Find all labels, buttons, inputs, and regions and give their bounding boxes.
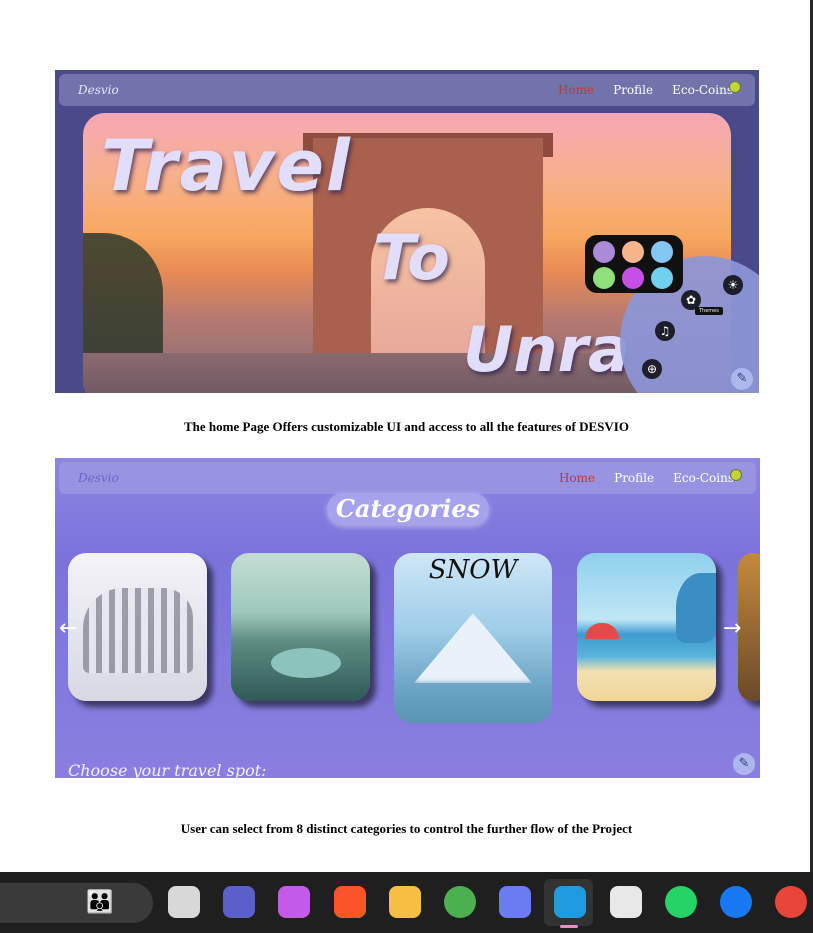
- chrome-icon[interactable]: [444, 886, 476, 918]
- copilot-app-icon[interactable]: [499, 886, 532, 918]
- task-view-icon[interactable]: [168, 886, 200, 918]
- sun-icon[interactable]: ☀: [723, 275, 743, 295]
- umbrella-illustration: [585, 623, 619, 639]
- caption-home-page: The home Page Offers customizable UI and…: [184, 419, 629, 434]
- nav-home-link[interactable]: Home: [558, 83, 594, 97]
- colosseum-illustration: [83, 588, 193, 673]
- theme-swatch[interactable]: [651, 267, 673, 289]
- nav-eco-coins-link[interactable]: Eco-Coins: [672, 83, 733, 97]
- nav-eco-coins-link[interactable]: Eco-Coins: [673, 471, 734, 485]
- hero-word-unra: Unra: [463, 313, 630, 386]
- categories-title: Categories: [327, 493, 489, 525]
- hero-word-travel: Travel: [101, 125, 352, 207]
- taskbar-search-box[interactable]: 👪: [0, 883, 153, 923]
- home-page-screenshot: Travel To Unra Desvio Home Profile Eco-C…: [55, 70, 759, 393]
- edge-icon[interactable]: [554, 886, 587, 918]
- chrome-profile-icon[interactable]: [775, 886, 808, 918]
- river-illustration: [271, 648, 341, 678]
- nav-links: Home Profile Eco-Coins: [559, 471, 734, 485]
- brand-logo[interactable]: Desvio: [78, 471, 119, 485]
- themes-tooltip: Themes: [695, 307, 723, 315]
- navbar: Desvio Home Profile Eco-Coins: [59, 462, 756, 494]
- copilot-icon[interactable]: [278, 886, 311, 918]
- theme-swatch[interactable]: [593, 241, 615, 263]
- caption-categories: User can select from 8 distinct categori…: [180, 821, 633, 836]
- facebook-icon[interactable]: [720, 886, 752, 918]
- tree-silhouette: [83, 233, 163, 363]
- snow-mountain-illustration: [414, 613, 532, 683]
- coin-icon: [730, 469, 742, 481]
- coin-icon: [729, 81, 741, 93]
- active-app-indicator: [560, 925, 578, 928]
- nav-links: Home Profile Eco-Coins: [558, 83, 733, 97]
- category-card-heritage[interactable]: [68, 553, 207, 701]
- whatsapp-icon[interactable]: [664, 886, 697, 918]
- palm-leaf-illustration: [676, 573, 716, 643]
- nav-profile-link[interactable]: Profile: [614, 471, 654, 485]
- carousel-prev-arrow[interactable]: ←: [59, 616, 77, 641]
- navbar: Desvio Home Profile Eco-Coins: [59, 74, 755, 106]
- pencil-icon[interactable]: ✎: [733, 753, 755, 775]
- carousel-next-arrow[interactable]: →: [723, 616, 741, 641]
- windows-taskbar: 👪: [0, 872, 813, 933]
- hero-word-to: To: [373, 221, 450, 294]
- brave-icon[interactable]: [333, 886, 366, 918]
- category-label: SNOW: [428, 555, 518, 585]
- nav-home-link[interactable]: Home: [559, 471, 595, 485]
- category-card-beach[interactable]: [577, 553, 716, 701]
- categories-screenshot: Desvio Home Profile Eco-Coins Categories…: [55, 458, 760, 778]
- category-card-snow[interactable]: SNOW: [394, 553, 552, 723]
- pencil-icon[interactable]: ✎: [731, 368, 753, 390]
- theme-swatch[interactable]: [651, 241, 673, 263]
- theme-swatch[interactable]: [622, 241, 644, 263]
- choose-travel-spot-text: Choose your travel spot:: [68, 761, 267, 778]
- teams-icon[interactable]: [223, 886, 256, 918]
- theme-palette: [585, 235, 683, 293]
- brand-logo[interactable]: Desvio: [78, 83, 119, 97]
- store-icon[interactable]: [609, 886, 642, 918]
- zoom-icon[interactable]: ⊕: [642, 359, 662, 379]
- theme-swatch[interactable]: [593, 267, 615, 289]
- nav-profile-link[interactable]: Profile: [613, 83, 653, 97]
- family-icon: 👪: [86, 889, 114, 914]
- headset-icon[interactable]: ♫: [655, 321, 675, 341]
- theme-swatch[interactable]: [622, 267, 644, 289]
- file-explorer-icon[interactable]: [388, 886, 421, 918]
- category-card-mountains[interactable]: [231, 553, 370, 701]
